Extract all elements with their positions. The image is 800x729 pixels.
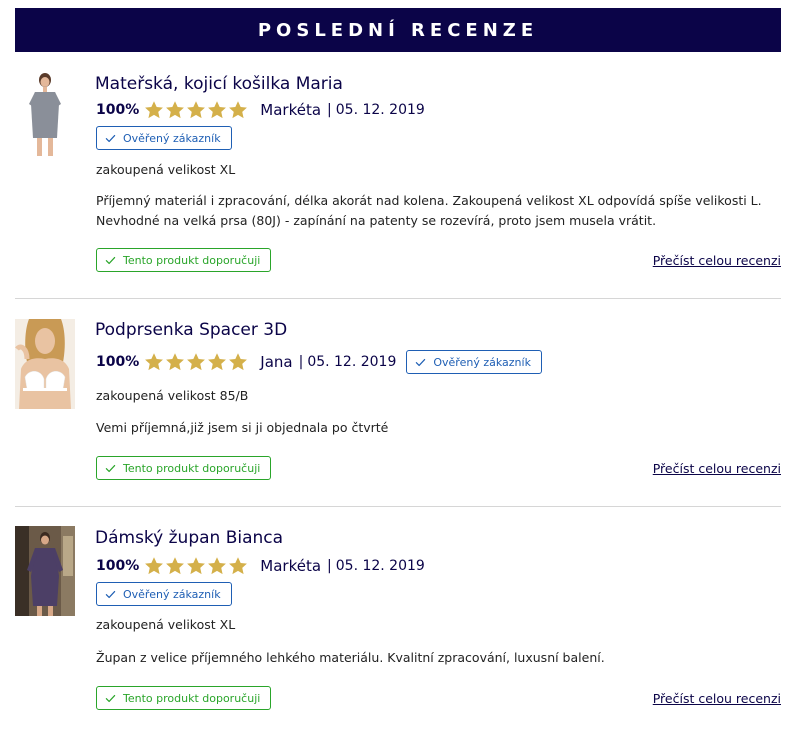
verified-customer-badge: Ověřený zákazník bbox=[406, 350, 542, 374]
star-rating bbox=[144, 352, 248, 372]
star-icon bbox=[228, 556, 248, 576]
rating-percent: 100% bbox=[96, 558, 140, 574]
rating-row: 100% Jana | 05. 12. 2019 Ověřený zákazní… bbox=[96, 350, 542, 374]
rating-percent: 100% bbox=[96, 102, 140, 118]
rating-row: 100% Markéta | 05. 12. 2019 bbox=[96, 555, 425, 577]
recommend-badge: Tento produkt doporučuji bbox=[96, 248, 272, 272]
divider bbox=[15, 506, 781, 507]
separator: | bbox=[327, 102, 332, 118]
read-full-review-link[interactable]: Přečíst celou recenzi bbox=[653, 253, 781, 268]
star-icon bbox=[165, 100, 185, 120]
recommend-label: Tento produkt doporučuji bbox=[123, 691, 261, 705]
read-full-review-link[interactable]: Přečíst celou recenzi bbox=[653, 461, 781, 476]
section-header: POSLEDNÍ RECENZE bbox=[15, 8, 781, 52]
check-icon bbox=[105, 255, 116, 266]
check-icon bbox=[105, 693, 116, 704]
star-icon bbox=[207, 100, 227, 120]
verified-customer-badge: Ověřený zákazník bbox=[96, 582, 232, 606]
check-icon bbox=[105, 463, 116, 474]
product-image[interactable] bbox=[15, 70, 75, 160]
recommend-label: Tento produkt doporučuji bbox=[123, 461, 261, 475]
rating-percent: 100% bbox=[96, 354, 140, 370]
separator: | bbox=[327, 558, 332, 574]
review-date: 05. 12. 2019 bbox=[307, 354, 397, 370]
review-author: Markéta bbox=[260, 557, 322, 575]
star-icon bbox=[207, 352, 227, 372]
product-title[interactable]: Podprsenka Spacer 3D bbox=[95, 320, 287, 340]
recommend-label: Tento produkt doporučuji bbox=[123, 253, 261, 267]
product-image[interactable] bbox=[15, 526, 75, 616]
review-date: 05. 12. 2019 bbox=[335, 558, 425, 574]
product-image[interactable] bbox=[15, 319, 75, 409]
star-icon bbox=[207, 556, 227, 576]
star-icon bbox=[144, 352, 164, 372]
purchased-size: zakoupená velikost XL bbox=[96, 162, 236, 177]
recommend-badge: Tento produkt doporučuji bbox=[96, 456, 272, 480]
review-card: Mateřská, kojicí košilka Maria 100% Mark… bbox=[15, 66, 781, 298]
review-text: Vemi příjemná,již jsem si ji objednala p… bbox=[96, 420, 389, 435]
star-icon bbox=[165, 556, 185, 576]
section-title: POSLEDNÍ RECENZE bbox=[257, 19, 539, 41]
read-full-review-link[interactable]: Přečíst celou recenzi bbox=[653, 691, 781, 706]
check-icon bbox=[105, 133, 116, 144]
star-rating bbox=[144, 100, 248, 120]
star-icon bbox=[228, 100, 248, 120]
purchased-size: zakoupená velikost 85/B bbox=[96, 388, 249, 403]
star-icon bbox=[165, 352, 185, 372]
verified-label: Ověřený zákazník bbox=[123, 587, 221, 601]
review-author: Jana bbox=[260, 353, 293, 371]
review-text: Příjemný materiál i zpracování, délka ak… bbox=[96, 193, 762, 228]
review-author: Markéta bbox=[260, 101, 322, 119]
star-icon bbox=[186, 556, 206, 576]
divider bbox=[15, 298, 781, 299]
verified-label: Ověřený zákazník bbox=[433, 355, 531, 369]
verified-customer-badge: Ověřený zákazník bbox=[96, 126, 232, 150]
star-rating bbox=[144, 556, 248, 576]
purchased-size: zakoupená velikost XL bbox=[96, 617, 236, 632]
product-title[interactable]: Mateřská, kojicí košilka Maria bbox=[95, 74, 343, 94]
star-icon bbox=[228, 352, 248, 372]
star-icon bbox=[144, 100, 164, 120]
star-icon bbox=[186, 100, 206, 120]
star-icon bbox=[186, 352, 206, 372]
review-date: 05. 12. 2019 bbox=[335, 102, 425, 118]
review-card: Dámský župan Bianca 100% Markéta | 05. 1… bbox=[15, 520, 781, 720]
review-text: Župan z velice příjemného lehkého materi… bbox=[96, 650, 605, 665]
review-card: Podprsenka Spacer 3D 100% Jana | 05. 12.… bbox=[15, 312, 781, 506]
separator: | bbox=[298, 354, 304, 370]
verified-label: Ověřený zákazník bbox=[123, 131, 221, 145]
star-icon bbox=[144, 556, 164, 576]
recommend-badge: Tento produkt doporučuji bbox=[96, 686, 272, 710]
rating-row: 100% Markéta | 05. 12. 2019 bbox=[96, 99, 425, 121]
check-icon bbox=[105, 589, 116, 600]
product-title[interactable]: Dámský župan Bianca bbox=[95, 528, 283, 548]
check-icon bbox=[415, 357, 426, 368]
